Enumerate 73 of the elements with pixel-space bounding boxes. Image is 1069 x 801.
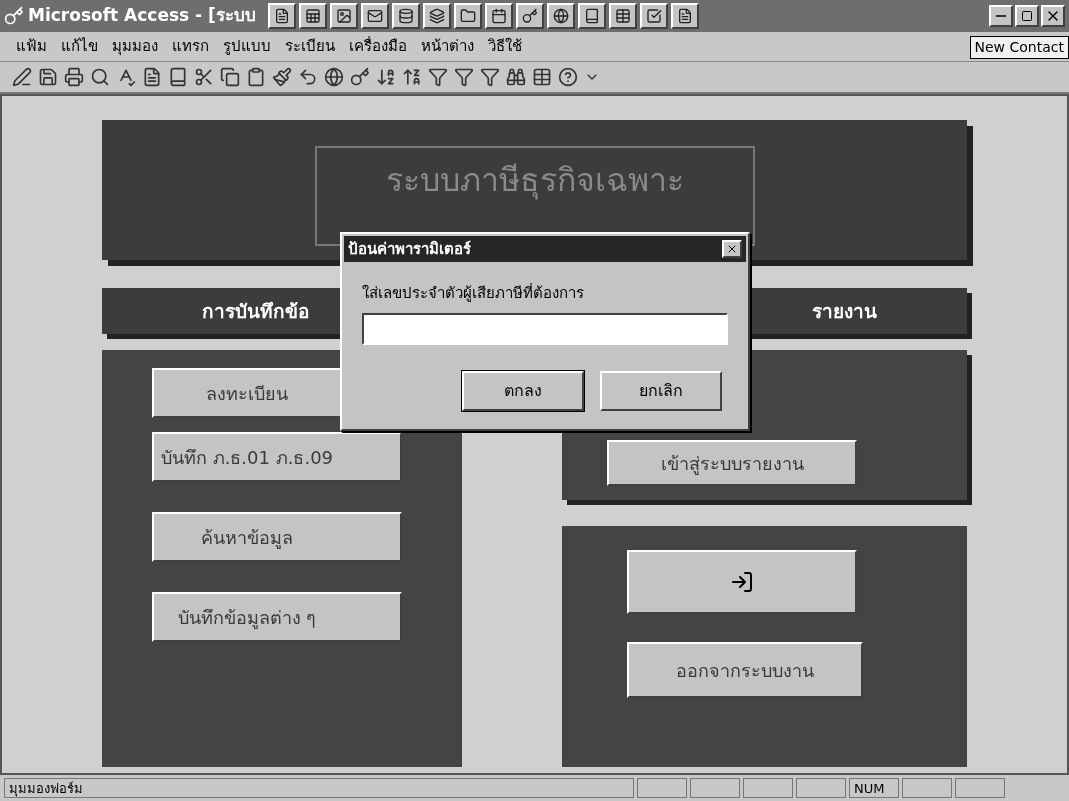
window-title: Microsoft Access - [ระบบ	[28, 4, 256, 28]
copy-icon[interactable]	[220, 67, 240, 87]
menu-item[interactable]: รูปแบบ	[223, 35, 271, 58]
dialog-title: ป้อนค่าพารามิเตอร์	[348, 238, 471, 260]
minimize-icon[interactable]	[989, 5, 1013, 27]
close-button[interactable]	[722, 240, 742, 258]
status-pane	[902, 778, 952, 798]
menu-button[interactable]: บันทึกข้อมูลต่าง ๆ	[152, 592, 402, 642]
filter-icon[interactable]	[454, 67, 474, 87]
tooltip: New Contact	[969, 36, 1069, 59]
section-title: รายงาน	[812, 298, 877, 324]
preview-icon[interactable]	[90, 67, 110, 87]
status-pane	[637, 778, 687, 798]
document-icon[interactable]	[142, 67, 162, 87]
database-icon[interactable]	[391, 3, 420, 29]
menu-button[interactable]: บันทึก ภ.ธ.01 ภ.ธ.09	[152, 432, 402, 482]
exit-button[interactable]: ออกจากระบบงาน	[627, 642, 863, 698]
section-title: การบันทึกข้อ	[202, 298, 309, 324]
menu-item[interactable]: ระเบียน	[285, 35, 335, 58]
checkbox-icon[interactable]	[639, 3, 668, 29]
book-icon[interactable]	[577, 3, 606, 29]
menu-item[interactable]: แทรก	[172, 35, 209, 58]
key-icon[interactable]	[515, 3, 544, 29]
mail-icon[interactable]	[360, 3, 389, 29]
key-icon[interactable]	[350, 67, 370, 87]
key-icon	[4, 6, 24, 26]
status-pane	[796, 778, 846, 798]
pen-icon[interactable]	[12, 67, 32, 87]
restore-icon[interactable]	[1015, 5, 1039, 27]
menu-item[interactable]: มุมมอง	[112, 35, 158, 58]
door-exit-icon	[730, 570, 754, 594]
menu-item[interactable]: แฟ้ม	[16, 35, 47, 58]
save-icon[interactable]	[38, 67, 58, 87]
menu-item[interactable]: เครื่องมือ	[349, 35, 407, 58]
dialog-prompt: ใส่เลขประจำตัวผู้เสียภาษีที่ต้องการ	[362, 282, 585, 304]
picture-icon[interactable]	[329, 3, 358, 29]
spreadsheet-icon[interactable]	[298, 3, 327, 29]
exit-icon-button[interactable]	[627, 550, 857, 614]
status-text: มุมมองฟอร์ม	[4, 778, 634, 798]
report-button[interactable]: เข้าสู่ระบบรายงาน	[607, 440, 857, 486]
document-icon[interactable]	[267, 3, 296, 29]
status-indicator: NUM	[849, 778, 899, 798]
dialog-button[interactable]: ตกลง	[462, 370, 584, 411]
help-icon[interactable]	[558, 67, 578, 87]
filter-icon[interactable]	[480, 67, 500, 87]
form-title: ระบบภาษีธุรกิจเฉพาะ	[385, 160, 684, 202]
menu-item[interactable]: แก้ไข	[61, 35, 98, 58]
menu-item[interactable]: วิธีใช้	[488, 35, 522, 58]
folder-icon[interactable]	[453, 3, 482, 29]
globe-icon[interactable]	[324, 67, 344, 87]
status-pane	[690, 778, 740, 798]
close-icon[interactable]	[1041, 5, 1065, 27]
filter-icon[interactable]	[428, 67, 448, 87]
menu-item[interactable]: หน้าต่าง	[421, 35, 474, 58]
paste-icon[interactable]	[246, 67, 266, 87]
menu-button[interactable]: ค้นหาข้อมูล	[152, 512, 402, 562]
undo-icon[interactable]	[298, 67, 318, 87]
layers-icon[interactable]	[422, 3, 451, 29]
book-icon[interactable]	[168, 67, 188, 87]
status-pane	[743, 778, 793, 798]
binoculars-icon[interactable]	[506, 67, 526, 87]
dialog-button[interactable]: ยกเลิก	[600, 370, 722, 411]
status-pane	[955, 778, 1005, 798]
table-icon[interactable]	[532, 67, 552, 87]
form-icon[interactable]	[670, 3, 699, 29]
close-icon	[726, 243, 738, 255]
calendar-icon[interactable]	[484, 3, 513, 29]
brush-icon[interactable]	[272, 67, 292, 87]
input-field[interactable]	[362, 312, 728, 345]
sort-descending-icon[interactable]	[402, 67, 422, 87]
sort-ascending-icon[interactable]	[376, 67, 396, 87]
cut-icon[interactable]	[194, 67, 214, 87]
print-icon[interactable]	[64, 67, 84, 87]
